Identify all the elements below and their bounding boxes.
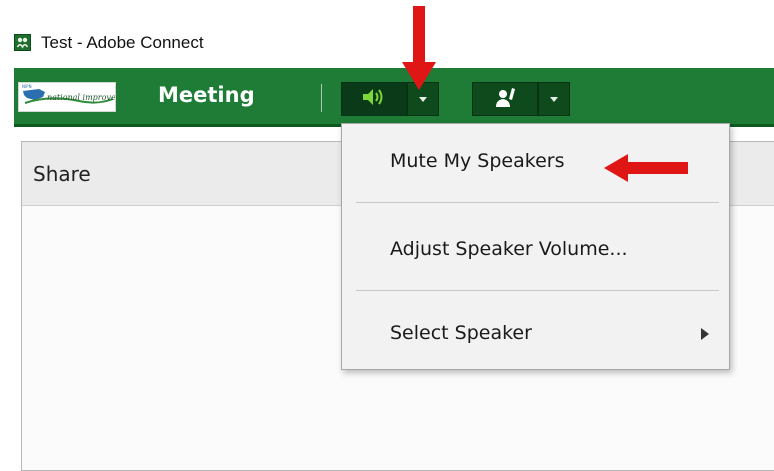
annotation-arrow-down bbox=[402, 6, 436, 90]
menu-item-select-speaker[interactable]: Select Speaker bbox=[342, 292, 729, 372]
meeting-menu[interactable]: Meeting bbox=[158, 83, 255, 107]
adobe-connect-app-icon bbox=[14, 34, 31, 51]
organization-logo: NIPN national improvement bbox=[18, 82, 116, 112]
raise-hand-icon bbox=[493, 85, 517, 113]
menu-divider bbox=[356, 290, 719, 291]
menu-item-label: Select Speaker bbox=[390, 322, 532, 344]
menu-divider bbox=[356, 202, 719, 203]
logo-text: national improvement bbox=[47, 93, 116, 102]
status-button[interactable] bbox=[472, 82, 538, 116]
speaker-button[interactable] bbox=[341, 82, 407, 116]
menu-item-adjust-speaker-volume[interactable]: Adjust Speaker Volume... bbox=[342, 204, 729, 284]
speaker-icon bbox=[360, 86, 388, 112]
menu-separator bbox=[321, 84, 322, 112]
dropdown-caret-icon bbox=[550, 96, 558, 102]
share-pod-title: Share bbox=[33, 162, 91, 186]
svg-text:NIPN: NIPN bbox=[22, 84, 32, 89]
annotation-arrow-left bbox=[604, 154, 688, 182]
menu-bar: NIPN national improvement Meeting bbox=[14, 68, 774, 127]
window-title: Test - Adobe Connect bbox=[41, 33, 204, 52]
dropdown-caret-icon bbox=[419, 96, 427, 102]
menu-item-label: Mute My Speakers bbox=[390, 150, 565, 172]
submenu-arrow-icon bbox=[701, 328, 709, 340]
window-titlebar: Test - Adobe Connect bbox=[0, 0, 774, 68]
menu-item-label: Adjust Speaker Volume... bbox=[390, 238, 628, 260]
status-dropdown-button[interactable] bbox=[538, 82, 570, 116]
